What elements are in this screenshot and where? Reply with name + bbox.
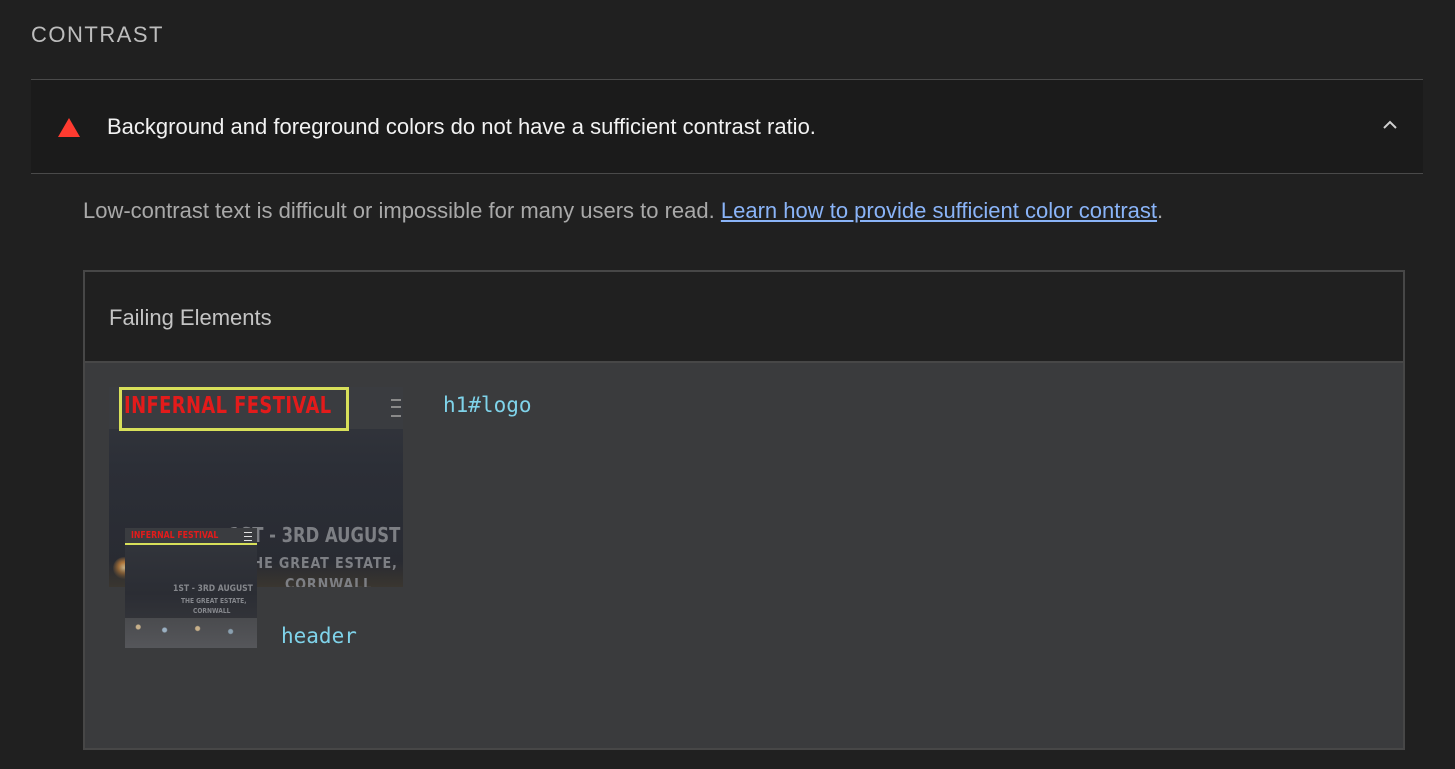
element-selector[interactable]: header	[281, 624, 357, 648]
section-title: CONTRAST	[31, 22, 164, 47]
table-row: INFERNAL FESTIVAL 1ST - 3RD AUGUST THE G…	[85, 363, 1403, 595]
chevron-up-icon[interactable]	[1383, 118, 1397, 132]
element-selector[interactable]: h1#logo	[443, 393, 532, 417]
contrast-audit: Background and foreground colors do not …	[31, 79, 1423, 750]
table-header: Failing Elements	[85, 272, 1403, 363]
hamburger-menu-icon	[391, 399, 401, 417]
highlight-box	[119, 387, 349, 431]
description-end: .	[1157, 198, 1164, 223]
audit-title: Background and foreground colors do not …	[107, 114, 816, 139]
thumbnail-venue-text: THE GREAT ESTATE,	[243, 554, 398, 572]
table-header-label: Failing Elements	[109, 305, 272, 330]
thumbnail-location-text: CORNWALL	[193, 607, 231, 615]
thumbnail-logo-text: INFERNAL FESTIVAL	[131, 530, 219, 541]
failing-elements-table: Failing Elements INFERNAL FESTIVAL 1ST -…	[83, 270, 1405, 750]
thumbnail-crowd	[125, 618, 257, 648]
hamburger-menu-icon	[244, 532, 252, 541]
thumbnail-venue-text: THE GREAT ESTATE,	[181, 597, 247, 605]
thumbnail-location-text: CORNWALL	[285, 575, 373, 587]
audit-description: Low-contrast text is difficult or imposs…	[83, 198, 1163, 224]
audit-header[interactable]: Background and foreground colors do not …	[31, 79, 1423, 174]
warning-triangle-icon	[58, 118, 80, 137]
element-screenshot-thumbnail: INFERNAL FESTIVAL 1ST - 3RD AUGUST THE G…	[125, 528, 257, 648]
description-text: Low-contrast text is difficult or imposs…	[83, 198, 721, 223]
thumbnail-date-text: 1ST - 3RD AUGUST	[173, 584, 253, 594]
learn-more-link[interactable]: Learn how to provide sufficient color co…	[721, 198, 1157, 223]
